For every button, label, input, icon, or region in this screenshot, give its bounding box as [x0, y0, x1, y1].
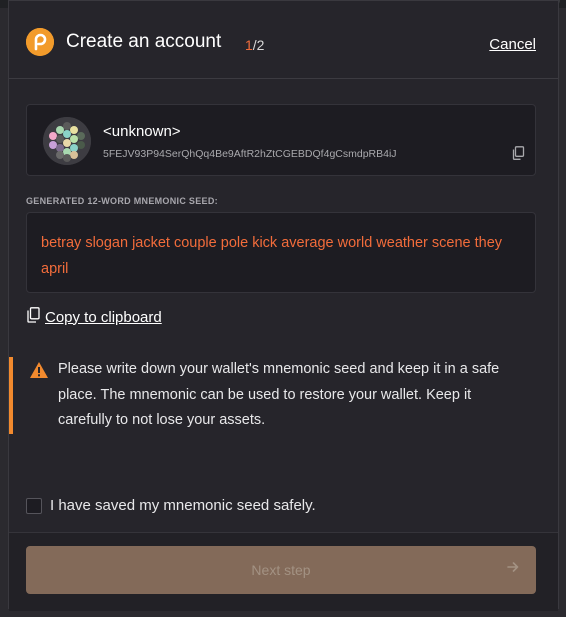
mnemonic-seed-text: betray slogan jacket couple pole kick av…: [26, 212, 536, 293]
next-step-label: Next step: [251, 562, 311, 578]
account-card: <unknown> 5FEJV93P94SerQhQq4Be9AftR2hZtC…: [26, 104, 536, 176]
polkadot-logo-icon: [26, 28, 54, 56]
warning-icon: [29, 361, 49, 384]
warning-accent-bar: [9, 357, 13, 434]
account-address: 5FEJV93P94SerQhQq4Be9AftR2hZtCGEBDQf4gCs…: [103, 148, 397, 160]
copy-icon[interactable]: [511, 146, 525, 160]
confirm-saved-checkbox[interactable]: [26, 497, 42, 514]
copy-to-clipboard-label: Copy to clipboard: [45, 308, 162, 326]
footer: Next step: [9, 532, 558, 611]
step-current: 1: [245, 37, 253, 53]
confirm-saved-label: I have saved my mnemonic seed safely.: [50, 497, 316, 514]
next-step-button[interactable]: Next step: [26, 546, 536, 594]
step-total: /2: [252, 37, 265, 53]
step-indicator: 1/2: [245, 37, 264, 53]
confirm-saved-row[interactable]: I have saved my mnemonic seed safely.: [26, 497, 316, 514]
warning-message: Please write down your wallet's mnemonic…: [58, 361, 500, 428]
copy-to-clipboard-button[interactable]: Copy to clipboard: [26, 307, 162, 327]
account-name: <unknown>: [103, 123, 181, 140]
arrow-right-icon: [506, 560, 520, 577]
extension-popup: Create an account 1/2 Cancel <unknown> 5…: [8, 0, 559, 611]
header: Create an account 1/2 Cancel: [9, 1, 558, 79]
identicon-avatar: [43, 117, 91, 165]
page-title: Create an account: [66, 31, 222, 52]
copy-icon: [26, 307, 40, 327]
cancel-link[interactable]: Cancel: [489, 36, 536, 53]
seed-label: GENERATED 12-WORD MNEMONIC SEED:: [26, 196, 218, 206]
